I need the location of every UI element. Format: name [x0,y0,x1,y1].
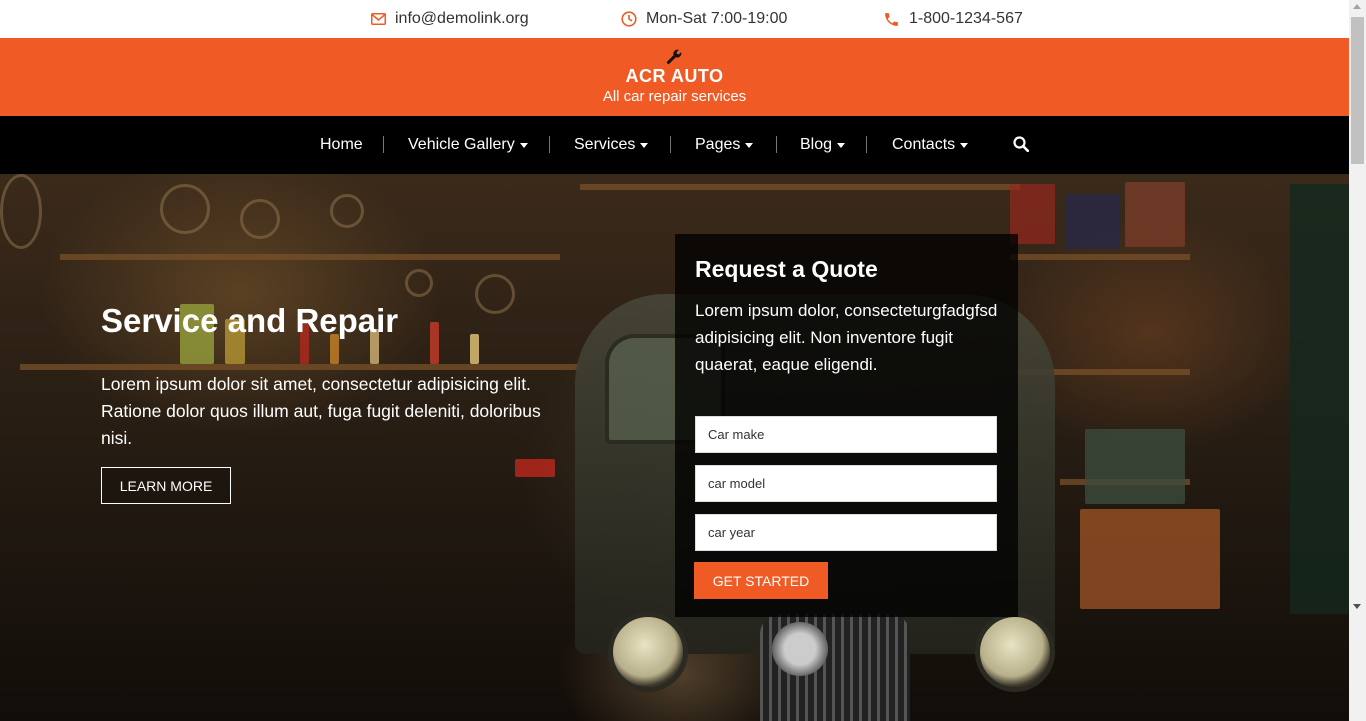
site-tagline: All car repair services [602,88,747,105]
nav-divider [383,136,384,153]
quote-title: Request a Quote [695,256,878,282]
background-bottle [515,459,555,477]
car-make-input[interactable] [695,416,997,453]
background-shelf [20,364,580,370]
nav-item-services[interactable]: Services [574,116,649,174]
nav-item-label: Contacts [892,136,956,153]
car-year-input[interactable] [695,514,997,551]
background-headlamp [975,612,1055,692]
envelope-icon [371,13,386,25]
background-car-emblem [772,622,828,676]
site-title[interactable]: ACR AUTO [0,66,1349,87]
scroll-down-arrow-icon[interactable] [1353,604,1361,609]
brand-header: ACR AUTO All car repair services [0,38,1349,116]
main-navigation: Home Vehicle Gallery Services Pages Blog… [0,116,1349,174]
nav-item-vehicle-gallery[interactable]: Vehicle Gallery [408,116,528,174]
nav-item-label: Blog [800,136,833,153]
caret-down-icon [960,143,969,148]
nav-divider [549,136,550,153]
opening-hours-text: Mon-Sat 7:00-19:00 [646,10,788,27]
nav-item-contacts[interactable]: Contacts [892,116,969,174]
background-bottle [470,334,479,364]
background-gear [330,194,364,228]
nav-item-label: Services [574,136,636,153]
background-gear [240,199,280,239]
top-info-bar: info@demolink.org Mon-Sat 7:00-19:00 1-8… [0,0,1349,38]
scrollbar-thumb[interactable] [1351,17,1364,164]
nav-item-label: Pages [695,136,741,153]
search-icon[interactable] [1013,136,1029,152]
contact-email-text: info@demolink.org [395,10,529,27]
background-headlamp [608,612,688,692]
contact-phone[interactable]: 1-800-1234-567 [883,0,1023,38]
background-gear [160,184,210,234]
get-started-button[interactable]: GET STARTED [694,562,828,599]
opening-hours: Mon-Sat 7:00-19:00 [621,0,787,38]
page-scrollbar[interactable] [1349,0,1366,721]
hero-description: Lorem ipsum dolor sit amet, consectetur … [101,374,541,448]
clock-icon [621,11,637,27]
background-door [1290,184,1349,614]
background-shelf [580,184,1020,190]
caret-down-icon [640,143,649,148]
scroll-up-arrow-icon[interactable] [1353,4,1361,9]
wrench-icon [666,49,682,64]
background-box [1125,182,1185,247]
background-gear [475,274,515,314]
background-box [1085,429,1185,504]
caret-down-icon [519,143,528,148]
nav-item-home[interactable]: Home [320,116,363,174]
contact-phone-text: 1-800-1234-567 [909,10,1023,27]
nav-divider [776,136,777,153]
nav-item-label: Vehicle Gallery [408,136,515,153]
background-box [1065,194,1120,249]
caret-down-icon [837,143,846,148]
quote-description: Lorem ipsum dolor, consecteturgfadgfsd a… [695,301,998,374]
nav-item-blog[interactable]: Blog [800,116,846,174]
background-box [1080,509,1220,609]
phone-icon [885,12,898,26]
background-shelf [1010,254,1190,260]
learn-more-button[interactable]: LEARN MORE [101,467,231,504]
nav-item-label: Home [320,136,363,153]
quote-form: Request a Quote Lorem ipsum dolor, conse… [675,234,1018,617]
nav-divider [670,136,671,153]
background-gear [0,174,42,249]
nav-divider [866,136,867,153]
hero-section: Service and Repair Lorem ipsum dolor sit… [0,174,1349,721]
background-shelf [60,254,560,260]
hero-title: Service and Repair [101,302,399,339]
background-bottle [430,322,439,364]
contact-email[interactable]: info@demolink.org [371,0,529,38]
background-gear [405,269,433,297]
car-model-input[interactable] [695,465,997,502]
nav-item-pages[interactable]: Pages [695,116,754,174]
caret-down-icon [745,143,754,148]
